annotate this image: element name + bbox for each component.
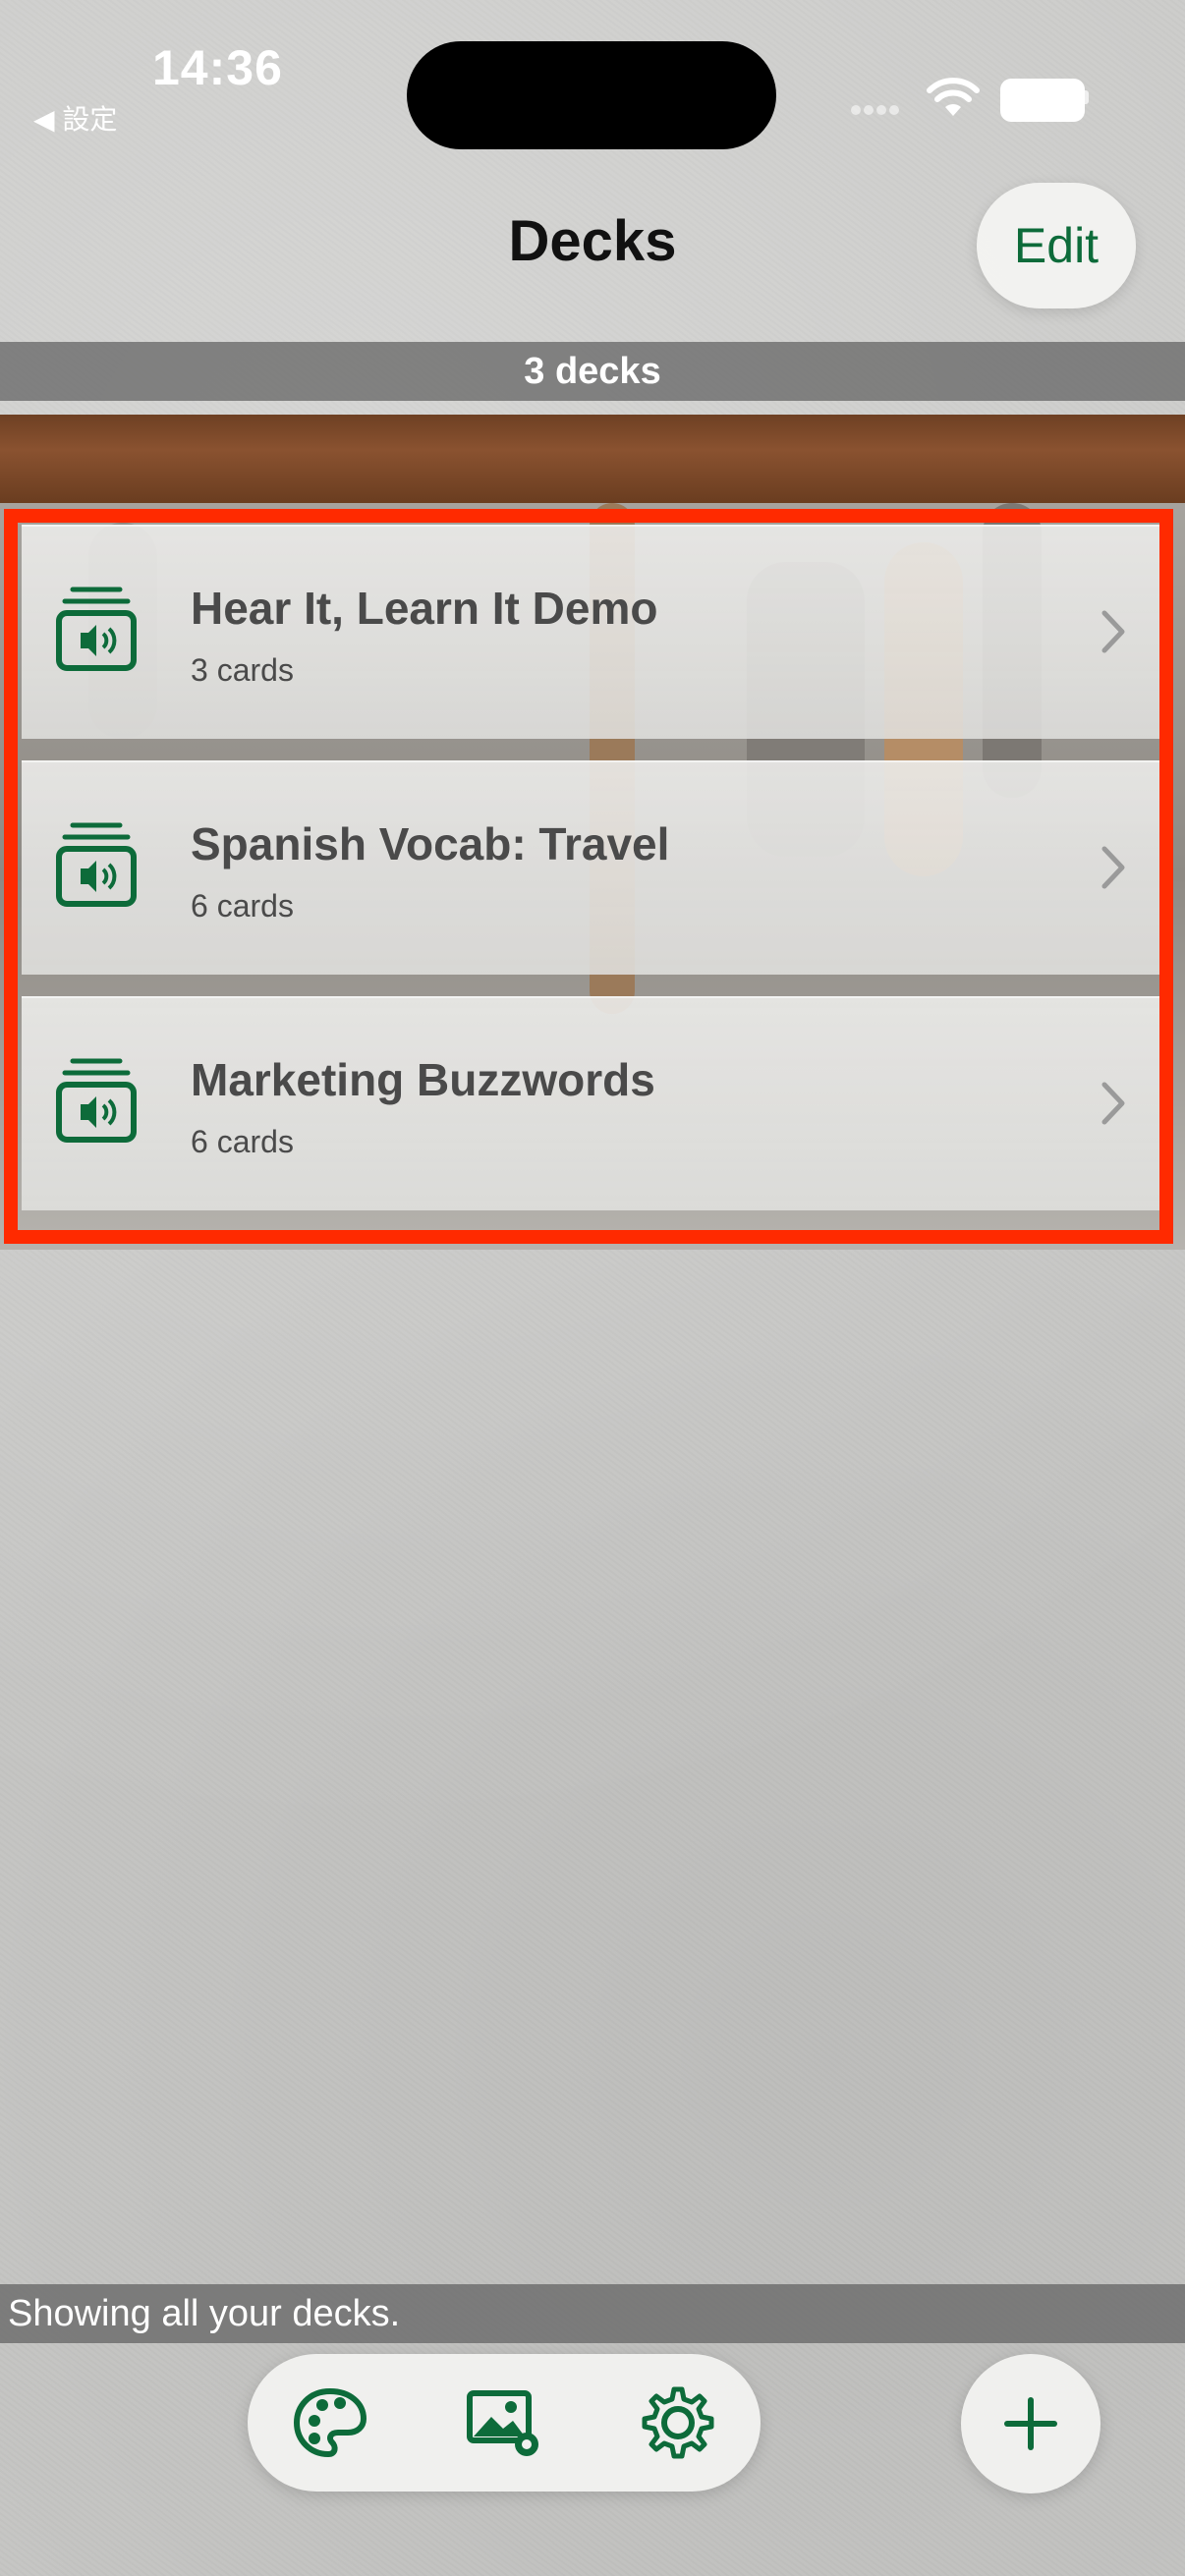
gear-icon[interactable]: [639, 2383, 717, 2462]
deck-title: Hear It, Learn It Demo: [191, 583, 658, 634]
image-settings-icon[interactable]: [466, 2383, 544, 2462]
deck-row-3[interactable]: Marketing Buzzwords 6 cards: [22, 996, 1163, 1210]
chevron-right-icon: [1101, 846, 1125, 889]
plus-icon: [1004, 2397, 1057, 2450]
audio-deck-icon: [56, 822, 137, 907]
deck-card-count: 6 cards: [191, 888, 294, 924]
deck-card-count: 3 cards: [191, 652, 294, 688]
bottom-toolbar: [248, 2354, 761, 2492]
palette-icon[interactable]: [291, 2383, 369, 2462]
battery-icon: [1000, 79, 1085, 122]
deck-title: Spanish Vocab: Travel: [191, 818, 670, 869]
wooden-shelf: [0, 415, 1185, 503]
deck-row-2[interactable]: Spanish Vocab: Travel 6 cards: [22, 760, 1163, 975]
chevron-right-icon: [1101, 610, 1125, 653]
wifi-icon: [927, 78, 980, 116]
edit-button[interactable]: Edit: [977, 183, 1136, 308]
deck-count-bar: 3 decks: [0, 342, 1185, 401]
audio-deck-icon: [56, 1058, 137, 1143]
footer-note: Showing all your decks.: [0, 2284, 1185, 2343]
deck-title: Marketing Buzzwords: [191, 1054, 655, 1105]
chevron-right-icon: [1101, 1082, 1125, 1125]
deck-list: Hear It, Learn It Demo 3 cards Spanish V…: [0, 501, 1185, 1258]
audio-deck-icon: [56, 587, 137, 671]
status-time: 14:36: [152, 40, 283, 95]
deck-card-count: 6 cards: [191, 1124, 294, 1159]
add-deck-button[interactable]: [961, 2354, 1100, 2493]
deck-row-1[interactable]: Hear It, Learn It Demo 3 cards: [22, 525, 1163, 739]
cellular-signal-icon: [851, 102, 904, 116]
dynamic-island: [407, 41, 776, 149]
back-to-app-link[interactable]: ◀ 設定: [33, 98, 117, 138]
battery-tip: [1083, 90, 1089, 104]
